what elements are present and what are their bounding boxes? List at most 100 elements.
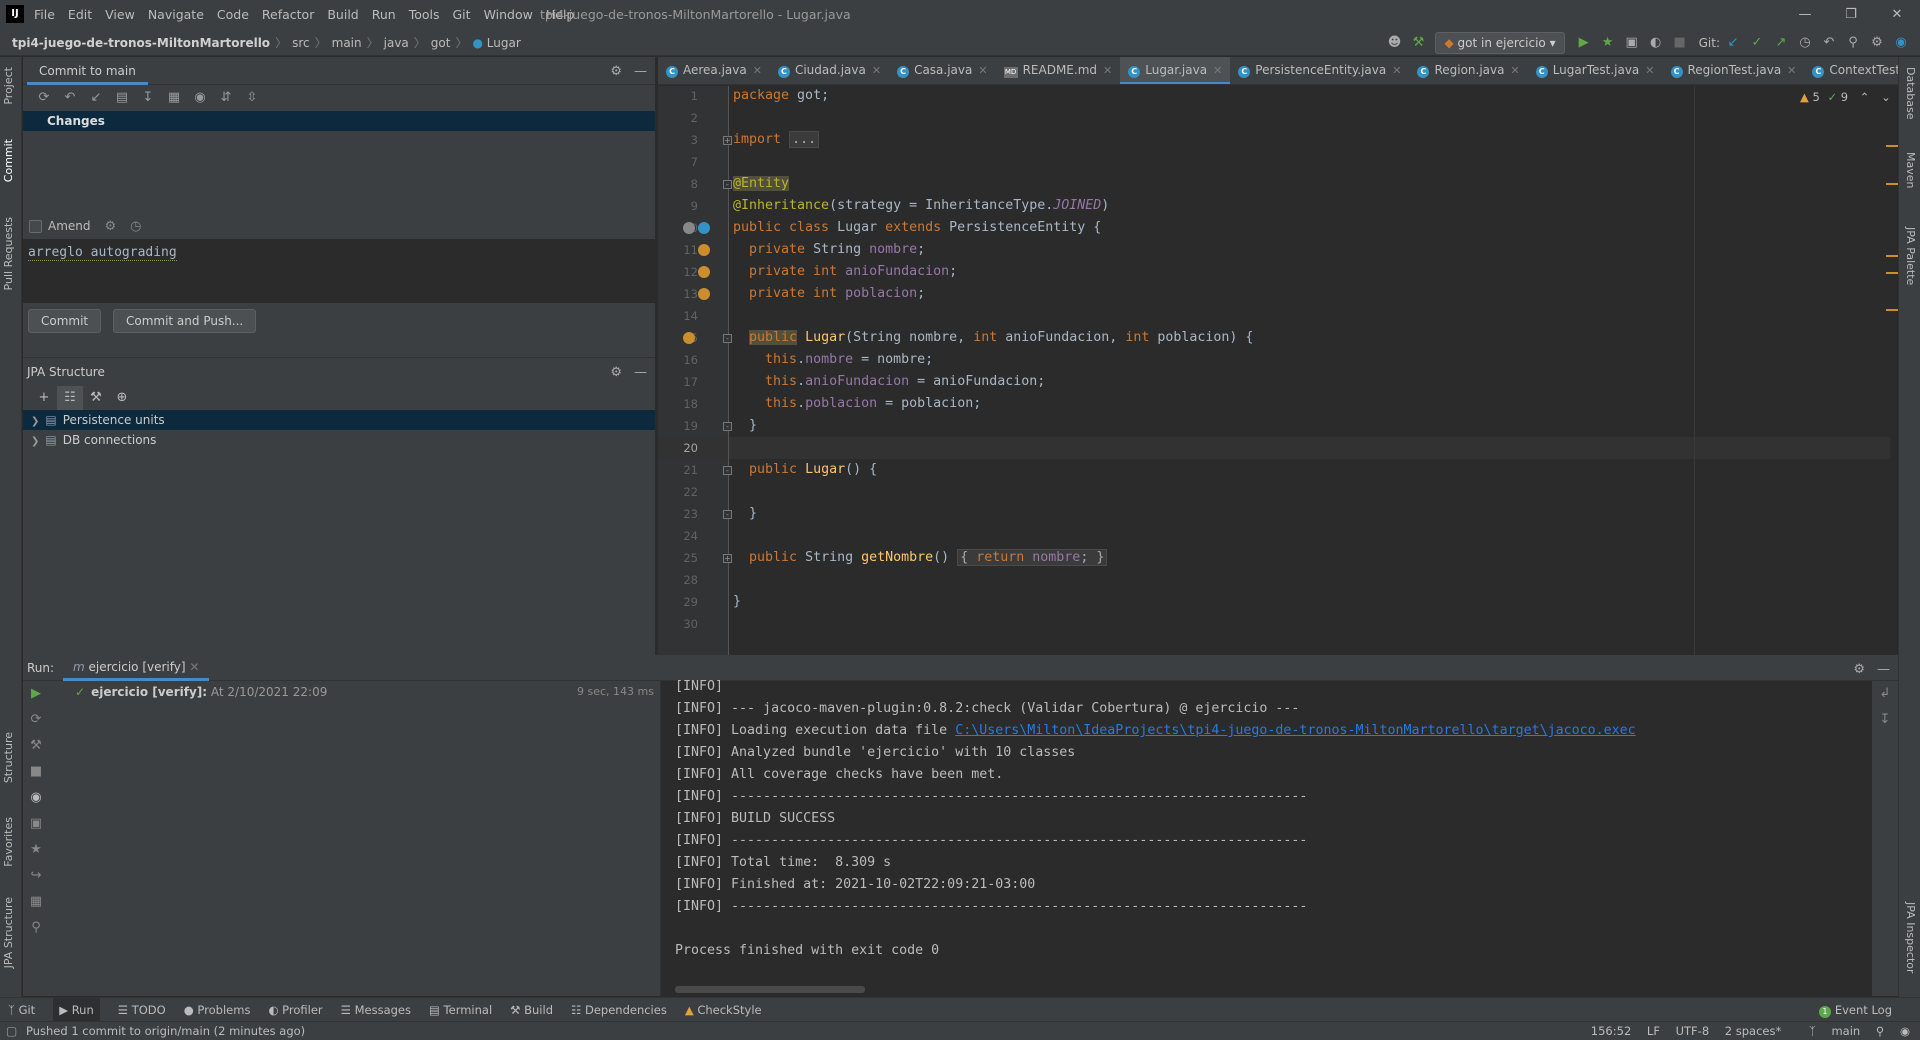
commit-message-input[interactable]: arreglo autograding <box>23 239 655 303</box>
db-gutter-icon[interactable] <box>683 222 695 234</box>
tool-todo[interactable]: ☰ TODO <box>118 998 166 1022</box>
run-tree-item[interactable]: ✓ ejercicio [verify]: At 2/10/2021 22:09 9… <box>49 681 660 703</box>
amend-checkbox[interactable] <box>29 219 42 233</box>
rollback-icon[interactable]: ↶ <box>1818 32 1840 54</box>
tool-structure[interactable]: Structure <box>2 732 15 783</box>
columns-icon[interactable]: ☷ <box>57 386 83 410</box>
collapse-all-icon[interactable]: ⇳ <box>239 85 265 111</box>
close-tab-icon[interactable]: ✕ <box>872 64 881 77</box>
menu-tools[interactable]: Tools <box>409 0 440 30</box>
fold-icon[interactable]: - <box>723 180 732 189</box>
commit-tab[interactable]: Commit to main <box>27 57 148 85</box>
soft-wrap-icon[interactable]: ↲ <box>1872 681 1898 707</box>
tool-jpa-inspector[interactable]: JPA Inspector <box>1904 902 1917 974</box>
breadcrumb-lugar[interactable]: Lugar <box>487 36 521 50</box>
tool-checkstyle[interactable]: ▲ CheckStyle <box>685 998 762 1022</box>
group-icon[interactable]: ▦ <box>161 85 187 111</box>
breadcrumb-project[interactable]: tpi4-juego-de-tronos-MiltonMartorello <box>12 36 270 50</box>
tool-pull-requests[interactable]: Pull Requests <box>2 217 15 290</box>
fold-icon[interactable]: - <box>723 334 732 343</box>
gear-icon[interactable]: ⚙ <box>610 365 622 380</box>
refresh-icon[interactable]: ⟳ <box>31 85 57 111</box>
close-tab-icon[interactable]: ✕ <box>1645 64 1654 77</box>
breadcrumb-src[interactable]: src <box>292 36 310 50</box>
close-tab-icon[interactable]: ✕ <box>978 64 987 77</box>
menu-edit[interactable]: Edit <box>68 0 92 30</box>
tool-run[interactable]: ▶ Run <box>53 998 100 1022</box>
fold-icon[interactable]: + <box>723 554 732 563</box>
settings-icon[interactable]: ⚙ <box>1866 32 1888 54</box>
run-config-selector[interactable]: ◆ got in ejercicio ▾ <box>1435 32 1565 54</box>
restore-icon[interactable]: ❐ <box>1828 0 1874 30</box>
close-icon[interactable]: ✕ <box>1874 0 1920 30</box>
export-icon[interactable]: ↪ <box>23 863 49 889</box>
event-log[interactable]: 1 Event Log <box>1818 998 1892 1022</box>
wrench-icon[interactable]: ⚒ <box>83 386 109 410</box>
close-tab-icon[interactable]: ✕ <box>1103 64 1112 77</box>
commit-and-push-button[interactable]: Commit and Push... <box>112 309 257 333</box>
profile-icon[interactable]: ◐ <box>1645 32 1667 54</box>
rerun-icon[interactable]: ▶ <box>23 681 49 707</box>
shelve-icon[interactable]: ↧ <box>135 85 161 111</box>
close-tab-icon[interactable]: ✕ <box>1510 64 1519 77</box>
minimize-panel-icon[interactable]: — <box>634 365 647 380</box>
gear-icon[interactable]: ⚙ <box>610 64 622 79</box>
tab-region[interactable]: C Region.java ✕ <box>1409 57 1527 84</box>
gear-icon[interactable]: ⚙ <box>105 219 117 234</box>
user-icon[interactable]: ☻ <box>1383 32 1405 54</box>
menu-code[interactable]: Code <box>217 0 249 30</box>
menu-file[interactable]: File <box>34 0 55 30</box>
minimize-icon[interactable]: — <box>1782 0 1828 30</box>
menu-build[interactable]: Build <box>327 0 358 30</box>
tool-git[interactable]: ᛉ Git <box>8 998 35 1022</box>
coverage-icon[interactable]: ▣ <box>1621 32 1643 54</box>
tool-terminal[interactable]: ▤ Terminal <box>429 998 492 1022</box>
indent-setting[interactable]: 2 spaces* <box>1725 1024 1781 1038</box>
run-icon[interactable]: ▶ <box>1573 32 1595 54</box>
tab-region-test[interactable]: C RegionTest.java ✕ <box>1663 57 1805 84</box>
gear-icon[interactable]: ⚙ <box>1853 662 1865 677</box>
menu-window[interactable]: Window <box>484 0 533 30</box>
console-link[interactable]: C:\Users\Milton\IdeaProjects\tpi4-juego-… <box>955 723 1635 738</box>
wrench-icon[interactable]: ⚒ <box>23 733 49 759</box>
menu-run[interactable]: Run <box>372 0 396 30</box>
clock-icon[interactable]: ◷ <box>130 219 141 234</box>
expand-all-icon[interactable]: ⇵ <box>213 85 239 111</box>
menu-refactor[interactable]: Refactor <box>262 0 314 30</box>
tab-lugar-test[interactable]: C LugarTest.java ✕ <box>1528 57 1663 84</box>
notifications-icon[interactable]: ◉ <box>1900 1024 1910 1038</box>
tool-dependencies[interactable]: ☷ Dependencies <box>571 998 667 1022</box>
diff-icon[interactable]: ▤ <box>109 85 135 111</box>
close-tab-icon[interactable]: ✕ <box>189 660 199 674</box>
rerun-failed-icon[interactable]: ⟳ <box>23 707 49 733</box>
search-icon[interactable]: ⚲ <box>1842 32 1864 54</box>
field-gutter-icon[interactable] <box>698 266 710 278</box>
tool-favorites[interactable]: Favorites <box>2 817 15 867</box>
menu-git[interactable]: Git <box>453 0 471 30</box>
tree-persistence-units[interactable]: ❯ ▤ Persistence units <box>23 410 655 430</box>
layout-icon[interactable]: ▦ <box>23 889 49 915</box>
camera-icon[interactable]: ▣ <box>23 811 49 837</box>
git-push-icon[interactable]: ↗ <box>1770 32 1792 54</box>
breadcrumb-got[interactable]: got <box>431 36 451 50</box>
minimize-panel-icon[interactable]: — <box>1877 662 1890 677</box>
field-gutter-icon[interactable] <box>698 244 710 256</box>
debug-icon[interactable]: ★ <box>1597 32 1619 54</box>
line-separator[interactable]: LF <box>1647 1024 1660 1038</box>
scroll-to-end-icon[interactable]: ↧ <box>1872 707 1898 733</box>
add-icon[interactable]: + <box>31 386 57 410</box>
lock-icon[interactable]: ⚲ <box>1876 1024 1884 1038</box>
file-encoding[interactable]: UTF-8 <box>1676 1024 1710 1038</box>
fold-icon[interactable]: - <box>723 466 732 475</box>
debug-icon[interactable]: ★ <box>23 837 49 863</box>
override-gutter-icon[interactable] <box>698 222 710 234</box>
git-branch[interactable]: ᛉ main <box>1797 1024 1860 1038</box>
tool-project[interactable]: Project <box>2 67 15 105</box>
eye-icon[interactable]: ◉ <box>187 85 213 111</box>
hammer-icon[interactable]: ⚒ <box>1407 32 1429 54</box>
status-message[interactable]: Pushed 1 commit to origin/main (2 minute… <box>26 1022 305 1040</box>
stop-icon[interactable]: ■ <box>1669 32 1691 54</box>
pin-icon[interactable]: ⚲ <box>23 915 49 941</box>
close-tab-icon[interactable]: ✕ <box>1392 64 1401 77</box>
tool-commit[interactable]: Commit <box>2 139 15 182</box>
